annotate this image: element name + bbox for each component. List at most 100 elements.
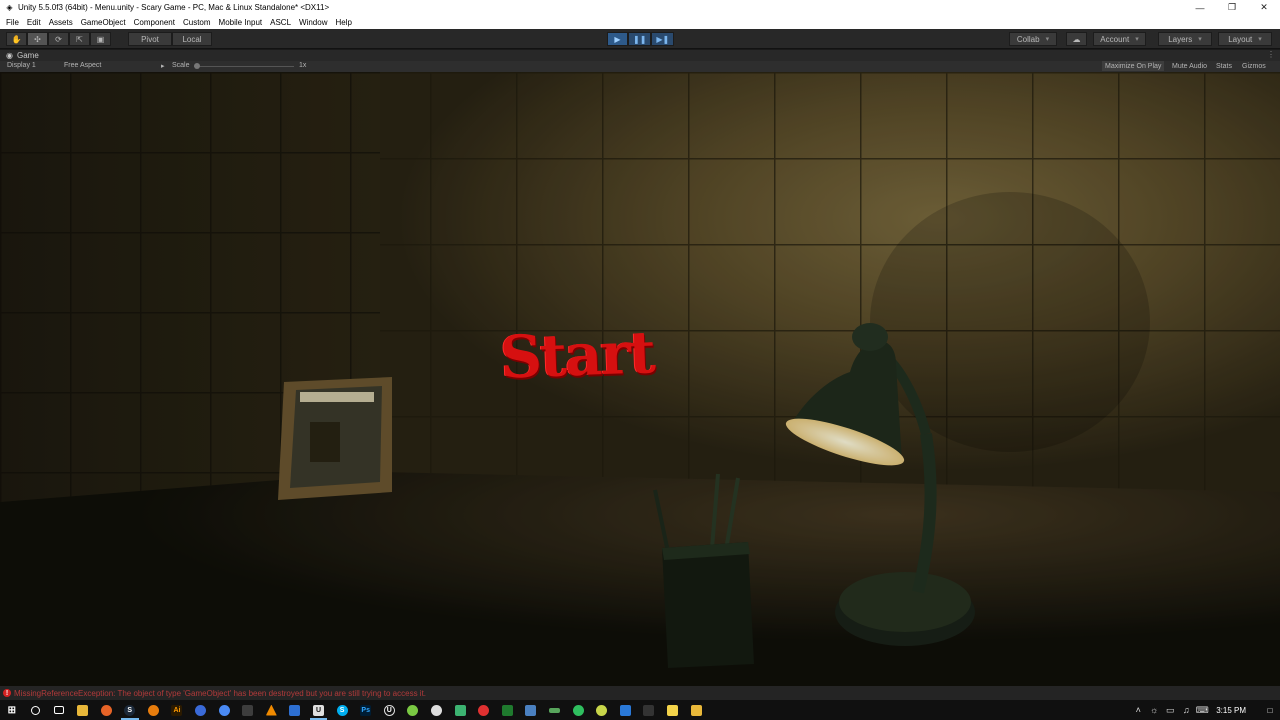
windows-start-icon[interactable]: ⊞ xyxy=(0,700,24,720)
restore-button[interactable]: ❐ xyxy=(1216,0,1248,15)
layers-dropdown[interactable]: Layers xyxy=(1158,32,1212,46)
vlc-icon[interactable] xyxy=(260,700,284,720)
chrome-icon[interactable] xyxy=(212,700,236,720)
play-controls: ▶ ❚❚ ▶❚ xyxy=(607,32,675,46)
menu-mobile-input[interactable]: Mobile Input xyxy=(215,18,267,27)
scale-tool-icon[interactable]: ⇱ xyxy=(69,32,90,46)
cloud-group: ☁ xyxy=(1066,32,1087,46)
app-icon-11[interactable] xyxy=(613,700,637,720)
app-icon[interactable] xyxy=(283,700,307,720)
account-dropdown[interactable]: Account xyxy=(1093,32,1146,46)
stats-toggle[interactable]: Stats xyxy=(1213,61,1235,71)
taskbar-clock[interactable]: 3:15 PM xyxy=(1216,706,1246,715)
menu-window[interactable]: Window xyxy=(295,18,331,27)
blender-icon[interactable] xyxy=(142,700,166,720)
pivot-button[interactable]: Pivot xyxy=(128,32,172,46)
layers-group: Layers xyxy=(1158,32,1212,46)
mute-audio-toggle[interactable]: Mute Audio xyxy=(1169,61,1210,71)
console-message: MissingReferenceException: The object of… xyxy=(14,688,427,698)
keyboard-icon[interactable]: ⌨ xyxy=(1194,705,1210,716)
hand-tool-icon[interactable]: ✋ xyxy=(6,32,27,46)
cortana-icon[interactable] xyxy=(24,700,48,720)
step-button[interactable]: ▶❚ xyxy=(651,32,675,46)
game-view[interactable]: Start xyxy=(0,72,1280,686)
rotate-tool-icon[interactable]: ⟳ xyxy=(48,32,69,46)
menu-bar: File Edit Assets GameObject Component Cu… xyxy=(0,15,1280,29)
system-tray: ˄ ☼ ▭ ♫ ⌨ 3:15 PM □ xyxy=(1130,700,1280,720)
app-icon-8[interactable] xyxy=(543,700,567,720)
app-icon-9[interactable] xyxy=(566,700,590,720)
gizmos-dropdown[interactable]: Gizmos xyxy=(1239,61,1269,71)
game-tab[interactable]: ◉ Game ⋮ xyxy=(0,50,1280,61)
app-icon-7[interactable] xyxy=(519,700,543,720)
firefox-icon[interactable] xyxy=(94,700,118,720)
tray-chevron-icon[interactable]: ˄ xyxy=(1130,705,1146,715)
app-icon-13[interactable] xyxy=(661,700,685,720)
illustrator-icon[interactable]: Ai xyxy=(165,700,189,720)
menu-custom[interactable]: Custom xyxy=(179,18,215,27)
layers-label: Layers xyxy=(1168,34,1193,44)
menu-assets[interactable]: Assets xyxy=(45,18,77,27)
app-icon-3[interactable] xyxy=(425,700,449,720)
app-icon-5[interactable] xyxy=(472,700,496,720)
volume-icon[interactable]: ♫ xyxy=(1178,705,1194,715)
start-button[interactable]: Start xyxy=(499,310,655,400)
app-icon-6[interactable] xyxy=(495,700,519,720)
minimize-button[interactable]: — xyxy=(1184,0,1216,15)
unity-icon[interactable]: U xyxy=(307,700,331,720)
cloud-icon[interactable]: ☁ xyxy=(1066,32,1087,46)
scale-value: 1x xyxy=(299,62,307,69)
unreal-icon[interactable]: U xyxy=(378,700,402,720)
panel-menu-icon[interactable]: ⋮ xyxy=(1267,50,1275,59)
account-group: Account xyxy=(1093,32,1146,46)
game-tab-label: Game xyxy=(16,51,39,60)
aspect-dropdown[interactable]: Free Aspect xyxy=(64,62,101,69)
maximize-on-play-toggle[interactable]: Maximize On Play xyxy=(1102,61,1165,71)
browser-icon[interactable] xyxy=(189,700,213,720)
layout-group: Layout xyxy=(1218,32,1272,46)
photoshop-icon[interactable]: Ps xyxy=(354,700,378,720)
play-icon: ▶ xyxy=(614,34,621,44)
layout-dropdown[interactable]: Layout xyxy=(1218,32,1272,46)
network-icon[interactable]: ☼ xyxy=(1146,705,1162,715)
pause-button[interactable]: ❚❚ xyxy=(628,32,652,46)
unity-logo-icon: ◈ xyxy=(6,3,13,12)
play-button[interactable]: ▶ xyxy=(607,32,628,46)
display-icon[interactable]: ▭ xyxy=(1162,705,1178,716)
scale-label: Scale xyxy=(172,62,190,69)
menu-ascl[interactable]: ASCL xyxy=(266,18,295,27)
collab-button[interactable]: Collab xyxy=(1009,32,1057,46)
menu-component[interactable]: Component xyxy=(130,18,179,27)
menu-edit[interactable]: Edit xyxy=(23,18,45,27)
transform-tools: ✋ ✣ ⟳ ⇱ ▣ xyxy=(6,32,111,46)
rect-tool-icon[interactable]: ▣ xyxy=(90,32,111,46)
app-icon-2[interactable] xyxy=(401,700,425,720)
menu-gameobject[interactable]: GameObject xyxy=(77,18,130,27)
scale-icon: ▸ xyxy=(161,63,165,70)
pivot-label: Pivot xyxy=(141,34,159,44)
app-icon-4[interactable] xyxy=(448,700,472,720)
start-label: Start xyxy=(499,318,655,392)
local-button[interactable]: Local xyxy=(172,32,212,46)
menu-file[interactable]: File xyxy=(2,18,23,27)
app-icon-14[interactable] xyxy=(684,700,708,720)
file-explorer-icon[interactable] xyxy=(71,700,95,720)
skype-icon[interactable]: S xyxy=(330,700,354,720)
move-tool-icon[interactable]: ✣ xyxy=(27,32,48,46)
local-label: Local xyxy=(182,34,202,44)
display-dropdown[interactable]: Display 1 xyxy=(7,62,36,69)
steam-icon[interactable]: S xyxy=(118,700,142,720)
app-icon-12[interactable] xyxy=(637,700,661,720)
close-button[interactable]: ✕ xyxy=(1248,0,1280,15)
console-status-bar[interactable]: ! MissingReferenceException: The object … xyxy=(0,686,1280,700)
window-title: Unity 5.5.0f3 (64bit) - Menu.unity - Sca… xyxy=(18,3,330,12)
game-view-icon: ◉ xyxy=(6,51,13,60)
task-view-icon[interactable] xyxy=(47,700,71,720)
scale-slider-handle[interactable] xyxy=(194,63,200,69)
notification-icon[interactable]: □ xyxy=(1260,706,1280,715)
scale-slider-track[interactable] xyxy=(194,66,294,67)
calculator-icon[interactable] xyxy=(236,700,260,720)
title-bar: ◈ Unity 5.5.0f3 (64bit) - Menu.unity - S… xyxy=(0,0,1280,15)
app-icon-10[interactable] xyxy=(590,700,614,720)
menu-help[interactable]: Help xyxy=(331,18,355,27)
